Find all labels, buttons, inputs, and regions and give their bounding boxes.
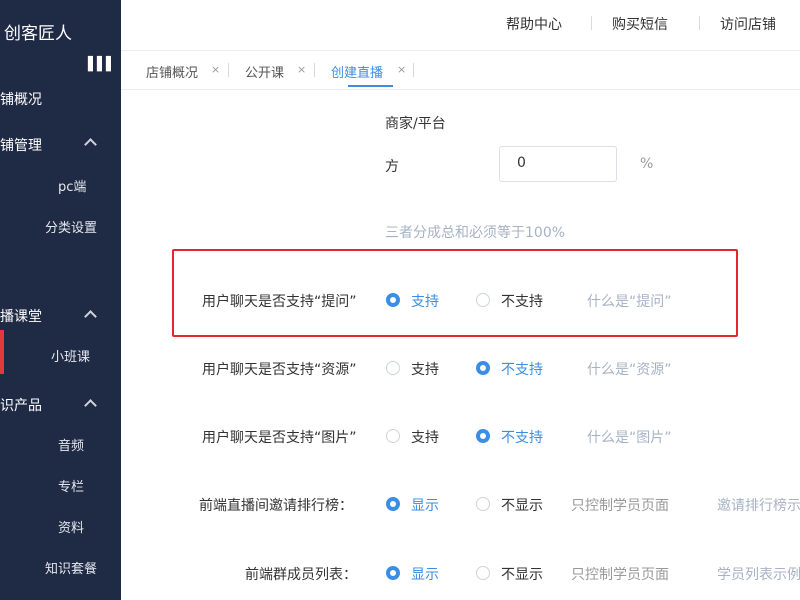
divider — [314, 63, 315, 77]
divider — [591, 16, 592, 30]
platform-share-label-cont: 方 — [385, 159, 399, 175]
sidebar-item-knowledge-bundle[interactable]: 知识套餐 — [45, 558, 97, 577]
option-support[interactable]: 支持 — [411, 427, 439, 447]
chat-question-label: 用户聊天是否支持“提问” — [202, 294, 357, 310]
option-not-support[interactable]: 不支持 — [501, 427, 543, 447]
sidebar-item-small-class[interactable]: 小班课 — [51, 346, 90, 365]
sidebar-item-pc[interactable]: pc端 — [58, 176, 86, 195]
sidebar-item-knowledge-products[interactable]: 识产品 — [0, 395, 42, 415]
radio-hide[interactable] — [476, 497, 490, 511]
sidebar-item-materials[interactable]: 资料 — [58, 517, 84, 536]
divider — [413, 63, 414, 77]
sidebar-item-store-management[interactable]: 铺管理 — [0, 135, 42, 155]
radio-not-support[interactable] — [476, 293, 490, 307]
radio-not-support[interactable] — [476, 429, 490, 443]
sidebar: 创客匠人 ▌▌▌ 铺概况 铺管理 pc端 分类设置 播课堂 小班课 识产品 音频… — [0, 0, 121, 600]
sidebar-item-category-settings[interactable]: 分类设置 — [45, 217, 97, 236]
option-not-support[interactable]: 不支持 — [501, 291, 543, 311]
chevron-up-icon[interactable] — [84, 399, 97, 412]
divider — [228, 63, 229, 77]
option-hide[interactable]: 不显示 — [501, 564, 543, 584]
percent-unit: % — [640, 156, 654, 172]
tab-store-overview[interactable]: 店铺概况 — [146, 62, 198, 81]
sidebar-item-audio[interactable]: 音频 — [58, 435, 84, 454]
option-show[interactable]: 显示 — [411, 564, 439, 584]
close-tab-icon[interactable]: × — [297, 63, 306, 76]
radio-support[interactable] — [386, 429, 400, 443]
radio-support[interactable] — [386, 361, 400, 375]
top-header: 帮助中心 购买短信 访问店铺 — [121, 0, 800, 46]
option-support[interactable]: 支持 — [411, 359, 439, 379]
divider — [699, 16, 700, 30]
help-center-link[interactable]: 帮助中心 — [506, 14, 562, 34]
help-link-resource[interactable]: 什么是“资源” — [587, 359, 672, 379]
help-link-image[interactable]: 什么是“图片” — [587, 427, 672, 447]
radio-support[interactable] — [386, 293, 400, 307]
student-page-note: 只控制学员页面 — [571, 567, 669, 583]
buy-sms-link[interactable]: 购买短信 — [612, 14, 668, 34]
tab-public-class[interactable]: 公开课 — [245, 62, 284, 81]
close-tab-icon[interactable]: × — [211, 63, 220, 76]
visit-store-link[interactable]: 访问店铺 — [720, 14, 776, 34]
option-not-support[interactable]: 不支持 — [501, 359, 543, 379]
chat-resource-label: 用户聊天是否支持“资源” — [202, 362, 357, 378]
chevron-up-icon[interactable] — [84, 310, 97, 323]
collapse-menu-icon[interactable]: ▌▌▌ — [88, 57, 116, 72]
option-support[interactable]: 支持 — [411, 291, 439, 311]
example-link-invite-ranking[interactable]: 邀请排行榜示 — [717, 495, 800, 515]
radio-show[interactable] — [386, 566, 400, 580]
sidebar-item-live-classroom[interactable]: 播课堂 — [0, 306, 42, 326]
sidebar-item-store-overview[interactable]: 铺概况 — [0, 89, 42, 109]
selected-indicator — [0, 330, 4, 374]
platform-share-input[interactable]: 0 — [499, 146, 617, 182]
split-hint: 三者分成总和必须等于100% — [385, 225, 566, 241]
student-page-note: 只控制学员页面 — [571, 498, 669, 514]
sidebar-item-column[interactable]: 专栏 — [58, 476, 84, 495]
radio-not-support[interactable] — [476, 361, 490, 375]
chevron-up-icon[interactable] — [84, 138, 97, 151]
chat-image-label: 用户聊天是否支持“图片” — [202, 430, 357, 446]
group-members-label: 前端群成员列表： — [245, 567, 357, 583]
active-tab-indicator — [348, 85, 393, 87]
help-link-question[interactable]: 什么是“提问” — [587, 291, 672, 311]
radio-hide[interactable] — [476, 566, 490, 580]
page-tabs: 店铺概况 × 公开课 × 创建直播 × — [121, 50, 800, 90]
tab-create-live[interactable]: 创建直播 — [331, 62, 383, 81]
invite-ranking-label: 前端直播间邀请排行榜： — [199, 498, 353, 514]
radio-show[interactable] — [386, 497, 400, 511]
option-hide[interactable]: 不显示 — [501, 495, 543, 515]
example-link-member-list[interactable]: 学员列表示例 — [717, 564, 800, 584]
app-logo-title: 创客匠人 — [4, 24, 72, 44]
option-show[interactable]: 显示 — [411, 495, 439, 515]
platform-share-label: 商家/平台 — [385, 116, 446, 132]
close-tab-icon[interactable]: × — [397, 63, 406, 76]
